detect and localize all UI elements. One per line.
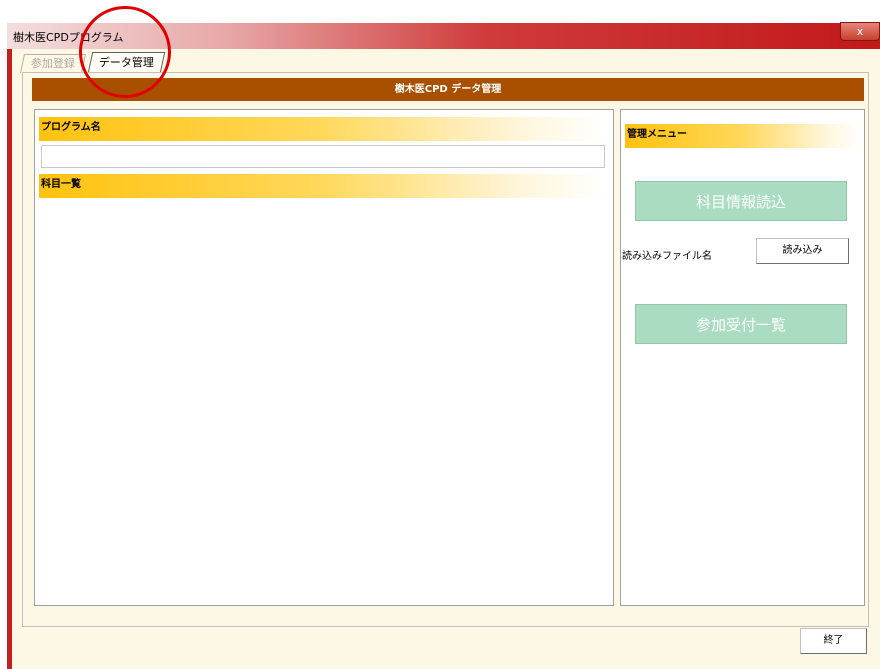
program-name-heading: プログラム名 (39, 117, 607, 141)
reception-list-button[interactable]: 参加受付一覧 (635, 304, 847, 344)
file-name-label: 読み込みファイル名 (622, 251, 712, 262)
exit-button[interactable]: 終了 (800, 628, 867, 654)
close-button[interactable]: x (840, 22, 880, 41)
program-name-field[interactable] (41, 145, 605, 168)
admin-menu-heading: 管理メニュー (625, 124, 861, 148)
subject-list[interactable] (39, 200, 607, 600)
tab-registration-label: 参加登録 (30, 57, 75, 70)
load-subject-info-button[interactable]: 科目情報読込 (635, 181, 847, 221)
subject-list-heading: 科目一覧 (39, 174, 607, 198)
tab-registration[interactable]: 参加登録 (19, 54, 87, 73)
annotation-circle (79, 6, 171, 98)
read-file-button[interactable]: 読み込み (756, 238, 849, 264)
